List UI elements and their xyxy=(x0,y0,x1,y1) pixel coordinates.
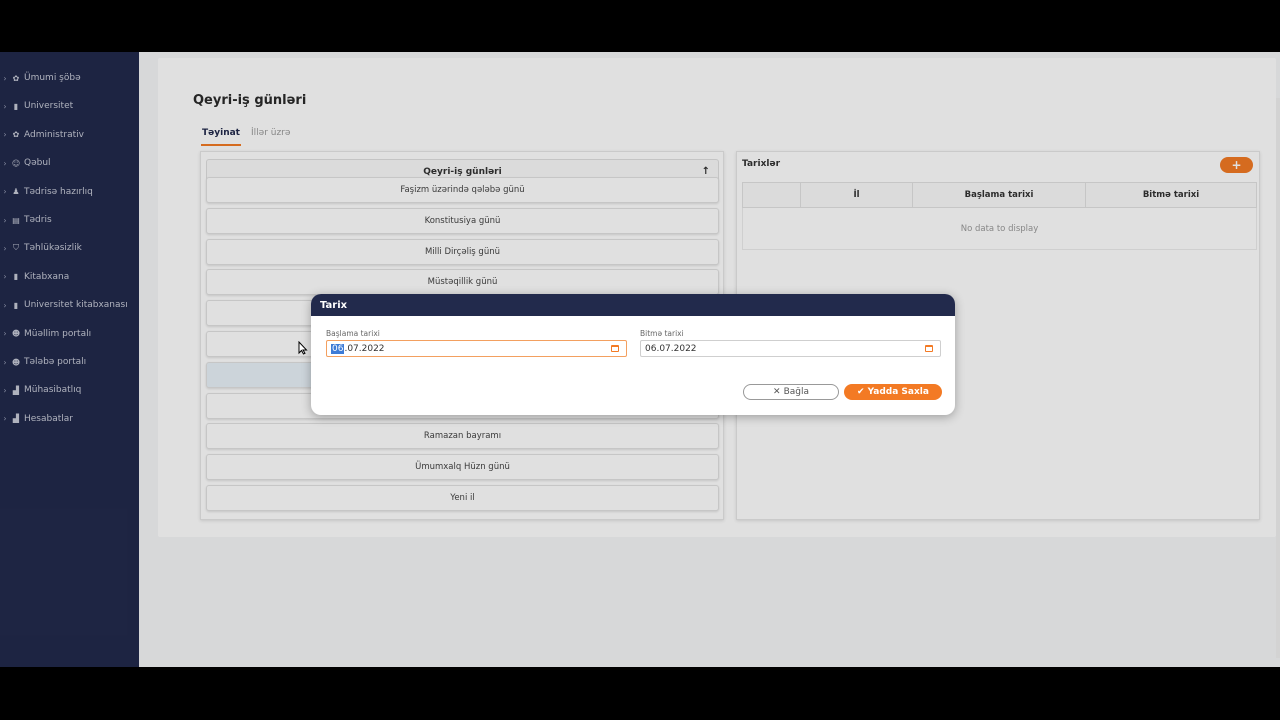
end-date-value: 06.07.2022 xyxy=(645,343,697,354)
close-button-label: Bağla xyxy=(783,387,809,397)
modal-title: Tarix xyxy=(311,294,955,316)
date-modal: Tarix Başlama tarixi 06.07.2022 Bitmə ta… xyxy=(311,294,955,415)
close-icon: ✕ xyxy=(773,387,781,397)
calendar-icon[interactable] xyxy=(611,345,619,352)
calendar-icon[interactable] xyxy=(925,345,933,352)
end-date-input[interactable]: 06.07.2022 xyxy=(640,340,941,357)
close-button[interactable]: ✕ Bağla xyxy=(743,384,839,400)
end-date-label: Bitmə tarixi xyxy=(640,329,684,338)
start-date-label: Başlama tarixi xyxy=(326,329,380,338)
save-button[interactable]: ✔ Yadda Saxla xyxy=(844,384,942,400)
start-date-selected-text: 06 xyxy=(331,343,345,354)
start-date-input[interactable]: 06.07.2022 xyxy=(326,340,627,357)
start-date-rest-text: .07.2022 xyxy=(344,343,385,354)
save-button-label: Yadda Saxla xyxy=(867,387,929,397)
app-screen: › ✿ Ümumi şöbə › ▮ Universitet › ✿ Administrativ… xyxy=(0,52,1280,667)
check-icon: ✔ xyxy=(857,387,865,397)
